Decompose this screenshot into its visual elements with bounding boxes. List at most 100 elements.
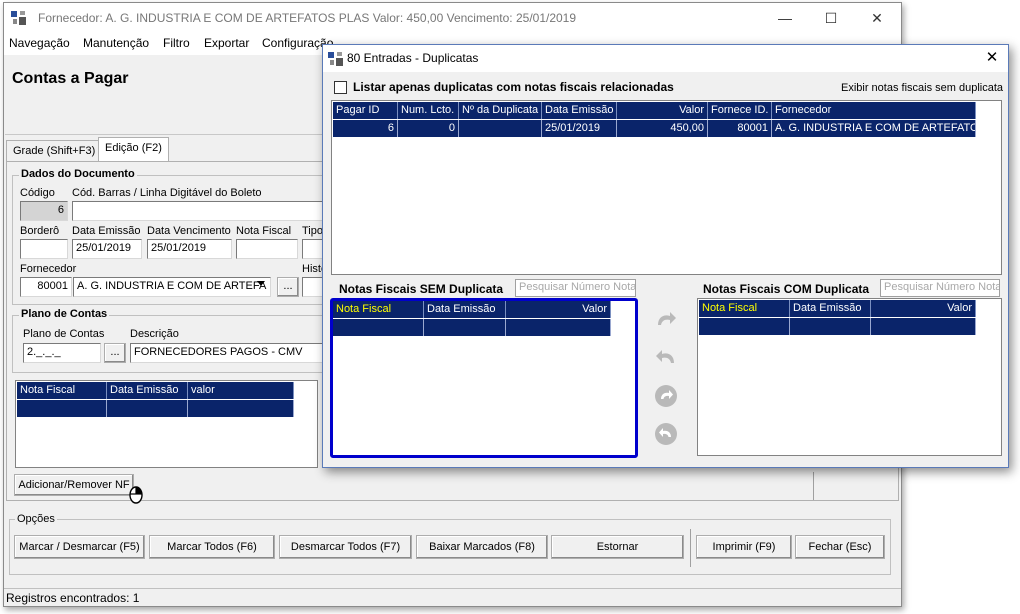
- status-bar: Registros encontrados: 1: [4, 588, 901, 606]
- column-header-valor[interactable]: Valor: [617, 102, 708, 119]
- column-header-data-emissao[interactable]: Data Emissão: [424, 301, 506, 318]
- menu-filtro[interactable]: Filtro: [163, 36, 190, 50]
- codigo-label: Código: [20, 187, 55, 199]
- estornar-button[interactable]: Estornar: [551, 535, 684, 559]
- data-vencimento-field[interactable]: 25/01/2019: [147, 239, 232, 259]
- data-emissao-field[interactable]: 25/01/2019: [72, 239, 142, 259]
- baixar-marcados-button[interactable]: Baixar Marcados (F8): [416, 535, 548, 559]
- mouse-cursor-icon: [129, 486, 143, 504]
- descricao-label: Descrição: [130, 328, 179, 340]
- table-cell-valor: 450,00: [617, 120, 708, 137]
- nota-fiscal-field[interactable]: [236, 239, 298, 259]
- add-remove-nf-button[interactable]: Adicionar/Remover NF: [14, 474, 134, 496]
- column-header-valor[interactable]: Valor: [506, 301, 611, 318]
- redo-icon[interactable]: [653, 307, 679, 333]
- page-title: Contas a Pagar: [12, 70, 129, 87]
- dados-documento-title: Dados do Documento: [19, 168, 137, 180]
- menu-navegacao[interactable]: Navegação: [9, 36, 70, 50]
- com-duplicata-title: Notas Fiscais COM Duplicata: [703, 282, 870, 296]
- column-header-pagar-id[interactable]: Pagar ID: [333, 102, 398, 119]
- table-cell: [424, 319, 506, 336]
- only-related-label[interactable]: Listar apenas duplicatas com notas fisca…: [353, 80, 674, 94]
- fornecedor-select[interactable]: A. G. INDUSTRIA E COM DE ARTEFA: [73, 277, 271, 297]
- table-row[interactable]: [17, 400, 294, 417]
- dialog-titlebar: 80 Entradas - Duplicatas ✕: [323, 45, 1008, 72]
- fornecedor-search-button[interactable]: ...: [277, 277, 299, 297]
- table-cell-pagar-id: 6: [333, 120, 398, 137]
- undo-all-icon[interactable]: [653, 421, 679, 447]
- dialog-app-icon: [328, 52, 343, 66]
- desmarcar-todos-button[interactable]: Desmarcar Todos (F7): [279, 535, 412, 559]
- column-header-nota-fiscal[interactable]: Nota Fiscal: [17, 382, 107, 399]
- column-header-data-emissao[interactable]: Data Emissão: [107, 382, 188, 399]
- table-cell-num-duplicata: [459, 120, 542, 137]
- plano-field[interactable]: 2._._._: [23, 343, 101, 363]
- table-row[interactable]: 6 0 25/01/2019 450,00 80001 A. G. INDUST…: [333, 120, 976, 137]
- sem-duplicata-title: Notas Fiscais SEM Duplicata: [339, 282, 504, 296]
- table-row[interactable]: [699, 318, 976, 335]
- com-duplicata-search-input[interactable]: Pesquisar Número Nota: [880, 279, 1000, 297]
- column-header-num-duplicata[interactable]: Nº da Duplicata: [459, 102, 542, 119]
- fechar-button[interactable]: Fechar (Esc): [795, 535, 885, 559]
- menu-exportar[interactable]: Exportar: [204, 36, 249, 50]
- table-cell: [871, 318, 976, 335]
- table-cell: [17, 400, 107, 417]
- dialog-close-button[interactable]: ✕: [979, 48, 1005, 68]
- nf-grid[interactable]: Nota Fiscal Data Emissão valor: [15, 380, 318, 468]
- table-cell: [107, 400, 188, 417]
- column-header-nota-fiscal[interactable]: Nota Fiscal: [699, 300, 790, 317]
- main-titlebar: Fornecedor: A. G. INDUSTRIA E COM DE ART…: [4, 3, 901, 33]
- tab-grade[interactable]: Grade (Shift+F3): [6, 140, 103, 162]
- window-title: Fornecedor: A. G. INDUSTRIA E COM DE ART…: [38, 11, 577, 25]
- column-header-num-lcto[interactable]: Num. Lcto.: [398, 102, 459, 119]
- undo-icon[interactable]: [653, 345, 679, 371]
- column-header-fornece-id[interactable]: Fornece ID.: [708, 102, 772, 119]
- table-row[interactable]: [333, 319, 611, 336]
- options-divider: [690, 529, 691, 567]
- bordero-label: Borderô: [20, 225, 60, 237]
- table-cell-fornecedor: A. G. INDUSTRIA E COM DE ARTEFATOS: [772, 120, 976, 137]
- table-cell: [699, 318, 790, 335]
- column-header-fornecedor[interactable]: Fornecedor: [772, 102, 976, 119]
- only-related-checkbox[interactable]: [334, 81, 347, 94]
- codigo-field[interactable]: 6: [20, 201, 68, 221]
- bordero-field[interactable]: [20, 239, 68, 259]
- barcode-field[interactable]: [72, 201, 335, 221]
- plano-label: Plano de Contas: [23, 328, 105, 340]
- com-duplicata-grid[interactable]: Nota Fiscal Data Emissão Valor: [697, 298, 1002, 456]
- maximize-button[interactable]: ☐: [808, 3, 854, 33]
- column-header-nota-fiscal[interactable]: Nota Fiscal: [333, 301, 424, 318]
- opcoes-title: Opções: [15, 513, 57, 525]
- plano-contas-title: Plano de Contas: [19, 308, 110, 320]
- dialog-title: 80 Entradas - Duplicatas: [347, 51, 479, 65]
- sem-duplicata-grid[interactable]: Nota Fiscal Data Emissão Valor: [330, 298, 638, 458]
- close-button[interactable]: ✕: [854, 3, 900, 33]
- duplicatas-grid[interactable]: Pagar ID Num. Lcto. Nº da Duplicata Data…: [331, 100, 1002, 275]
- sem-duplicata-grid-header: Nota Fiscal Data Emissão Valor: [333, 301, 611, 318]
- table-cell: [188, 400, 294, 417]
- status-text: Registros encontrados: 1: [6, 591, 140, 605]
- imprimir-button[interactable]: Imprimir (F9): [696, 535, 792, 559]
- column-header-data-emissao[interactable]: Data Emissão: [790, 300, 871, 317]
- duplicatas-dialog: 80 Entradas - Duplicatas ✕ Listar apenas…: [322, 44, 1009, 468]
- redo-all-icon[interactable]: [653, 383, 679, 409]
- column-header-valor[interactable]: valor: [188, 382, 294, 399]
- sem-duplicata-search-input[interactable]: Pesquisar Número Nota: [515, 279, 636, 297]
- marcar-desmarcar-button[interactable]: Marcar / Desmarcar (F5): [14, 535, 145, 559]
- marcar-todos-button[interactable]: Marcar Todos (F6): [149, 535, 275, 559]
- show-without-duplicata-link[interactable]: Exibir notas fiscais sem duplicata: [841, 82, 1003, 94]
- column-header-data-emissao[interactable]: Data Emissão: [542, 102, 617, 119]
- descricao-field[interactable]: FORNECEDORES PAGOS - CMV: [130, 343, 330, 363]
- tab-edicao[interactable]: Edição (F2): [98, 137, 169, 161]
- table-cell: [506, 319, 611, 336]
- fornecedor-code-field[interactable]: 80001: [20, 277, 72, 297]
- plano-search-button[interactable]: ...: [104, 343, 126, 363]
- fornecedor-label: Fornecedor: [20, 263, 77, 275]
- table-cell-num-lcto: 0: [398, 120, 459, 137]
- column-header-valor[interactable]: Valor: [871, 300, 976, 317]
- chevron-down-icon[interactable]: [257, 281, 265, 286]
- nota-fiscal-label: Nota Fiscal: [236, 225, 292, 237]
- menu-manutencao[interactable]: Manutenção: [83, 36, 149, 50]
- tipo-label: Tipo: [302, 225, 323, 237]
- minimize-button[interactable]: —: [762, 3, 808, 33]
